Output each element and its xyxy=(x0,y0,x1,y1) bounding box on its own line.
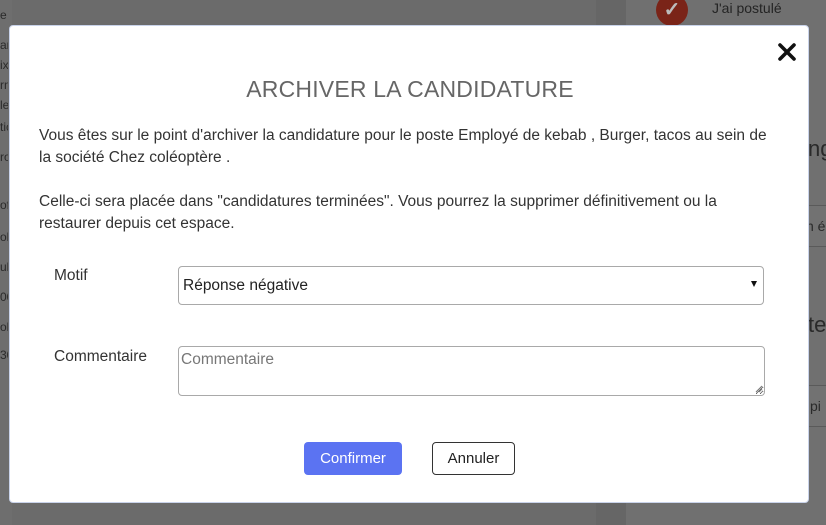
background-text-fragment: e : xyxy=(0,8,8,22)
background-text-fragment: 00 xyxy=(0,290,8,304)
motif-label: Motif xyxy=(54,267,88,284)
motif-select[interactable]: Réponse négative xyxy=(178,266,764,305)
background-text-fragment: ng xyxy=(808,136,826,161)
background-text-fragment: ul xyxy=(0,260,8,274)
background-text-fragment: rn xyxy=(0,78,8,92)
background-text-fragment: le xyxy=(0,98,8,112)
dropdown-arrow-icon xyxy=(751,281,757,287)
modal-title: ARCHIVER LA CANDIDATURE xyxy=(246,76,574,102)
background-text-fragment: ar xyxy=(0,38,8,52)
background-text-fragment: 30 xyxy=(0,348,8,362)
background-text-fragment: te xyxy=(808,312,826,337)
background-text-fragment: tic xyxy=(0,120,8,134)
archive-application-modal: ARCHIVER LA CANDIDATURE Vous êtes sur le… xyxy=(9,25,809,503)
comment-label: Commentaire xyxy=(54,348,148,365)
close-button[interactable] xyxy=(776,41,798,63)
background-text-fragment: ix xyxy=(0,58,8,72)
cancel-button[interactable]: Annuler xyxy=(432,442,515,475)
archive-description: Vous êtes sur le point d'archiver la can… xyxy=(39,127,767,166)
background-text-fragment: ro xyxy=(0,150,8,164)
background-text-fragment: of xyxy=(0,198,8,212)
background-text-fragment: ol xyxy=(0,320,8,334)
background-status-text: J'ai postulé xyxy=(712,0,782,16)
background-text-fragment: pi xyxy=(810,398,821,414)
comment-textarea[interactable] xyxy=(178,346,765,396)
archive-info: Celle-ci sera placée dans "candidatures … xyxy=(39,193,717,232)
motif-selected-value: Réponse négative xyxy=(183,277,308,294)
close-icon xyxy=(778,43,796,61)
background-text-fragment: ol xyxy=(0,230,8,244)
confirm-button[interactable]: Confirmer xyxy=(304,442,402,475)
